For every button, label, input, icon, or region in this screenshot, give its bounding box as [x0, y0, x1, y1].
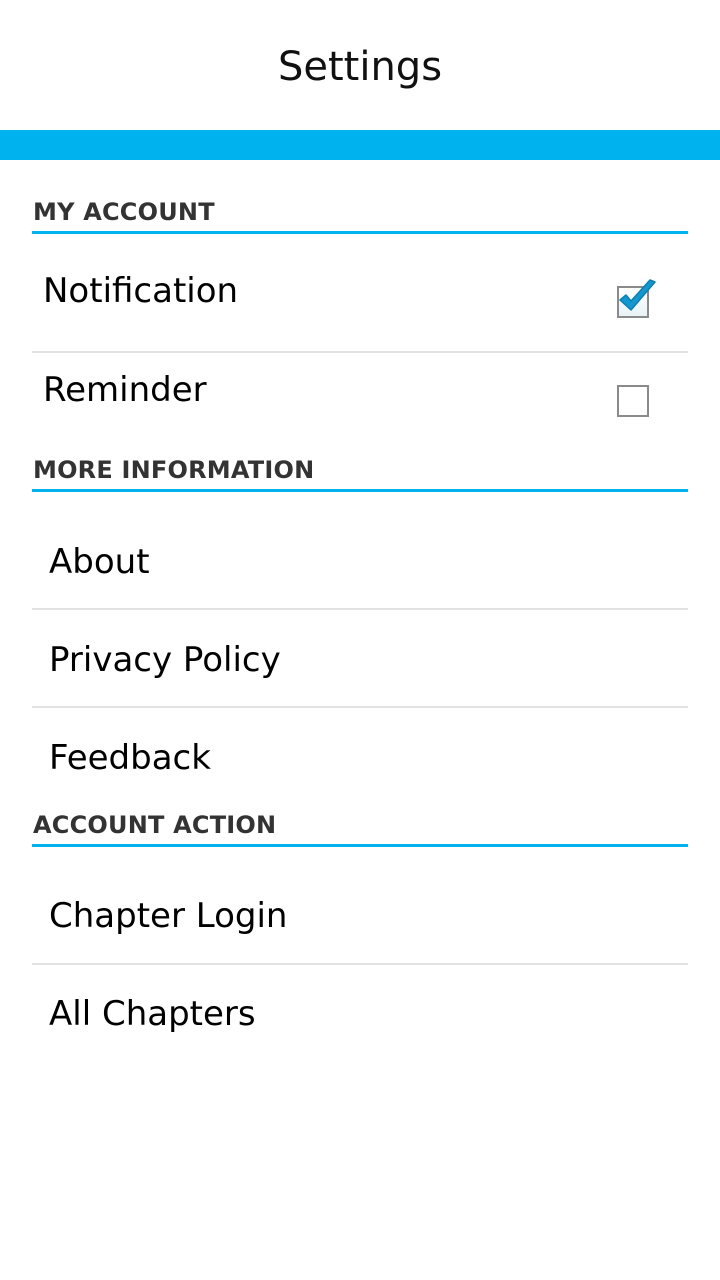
accent-bar	[0, 130, 720, 160]
app-header: Settings	[0, 0, 720, 130]
menu-item-feedback[interactable]: Feedback	[32, 708, 688, 808]
section-header-more-information: MORE INFORMATION	[32, 450, 688, 492]
notification-checkbox[interactable]	[617, 279, 656, 318]
menu-item-label: About	[49, 542, 150, 582]
menu-item-label: Privacy Policy	[49, 640, 281, 680]
menu-item-all-chapters[interactable]: All Chapters	[32, 965, 688, 1065]
menu-item-privacy-policy[interactable]: Privacy Policy	[32, 610, 688, 708]
page-title: Settings	[277, 44, 443, 90]
setting-row-reminder[interactable]: Reminder	[32, 353, 688, 453]
menu-item-about[interactable]: About	[32, 493, 688, 610]
menu-item-label: All Chapters	[49, 994, 256, 1034]
section-header-my-account: MY ACCOUNT	[32, 192, 688, 234]
menu-item-chapter-login[interactable]: Chapter Login	[32, 848, 688, 965]
section-title: MORE INFORMATION	[33, 456, 315, 484]
menu-item-label: Feedback	[49, 738, 211, 778]
section-header-account-action: ACCOUNT ACTION	[32, 805, 688, 847]
menu-item-label: Chapter Login	[49, 896, 288, 936]
setting-row-notification[interactable]: Notification	[32, 235, 688, 353]
reminder-checkbox[interactable]	[617, 385, 649, 417]
setting-label: Reminder	[43, 370, 207, 410]
checkmark-icon	[619, 279, 656, 311]
setting-label: Notification	[43, 271, 239, 311]
section-title: MY ACCOUNT	[33, 198, 215, 226]
section-title: ACCOUNT ACTION	[33, 811, 277, 839]
